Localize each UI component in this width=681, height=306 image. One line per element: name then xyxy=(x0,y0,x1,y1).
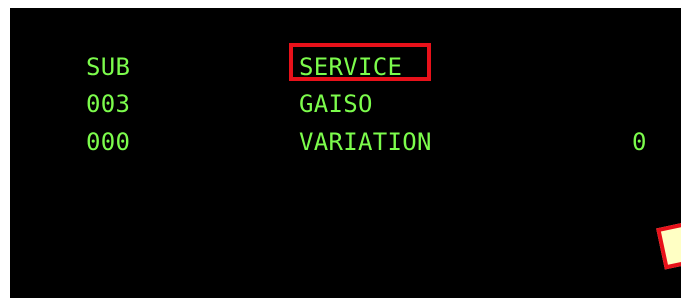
row-3-code: 000 xyxy=(86,128,131,156)
sticky-note-marker xyxy=(656,218,681,270)
row-3-value: 0 xyxy=(632,128,647,156)
terminal-screen: SUB SERVICE 003 GAISO 000 VARIATION 0 xyxy=(10,8,681,298)
service-highlight-box xyxy=(289,43,431,81)
row-2-label: GAISO xyxy=(299,90,373,118)
row-3-label: VARIATION xyxy=(299,128,432,156)
row-2-code: 003 xyxy=(86,90,131,118)
row-1-code: SUB xyxy=(86,53,131,81)
